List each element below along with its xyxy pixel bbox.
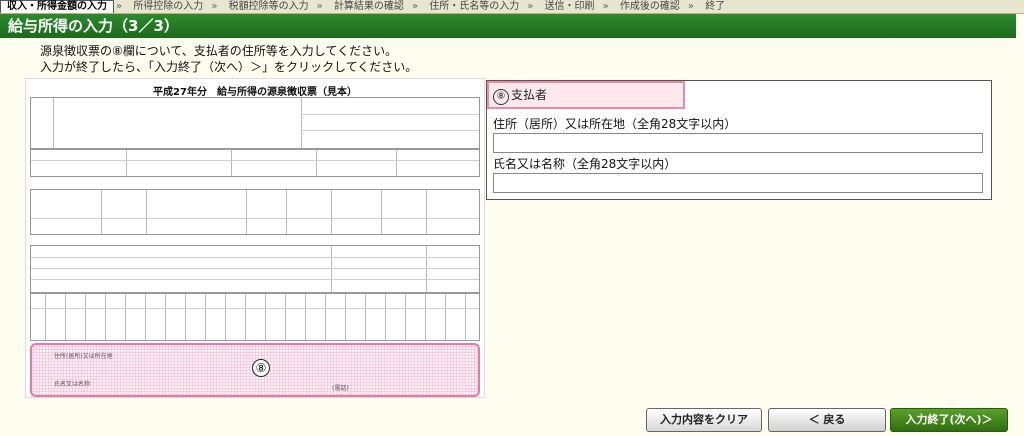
- step-current: 収入・所得金額の入力: [0, 0, 114, 13]
- slip-marker-8: ⑧: [252, 359, 270, 377]
- step-separator: »: [316, 1, 323, 12]
- finish-next-button[interactable]: 入力終了(次へ)＞: [890, 408, 1008, 432]
- step-navigation: 収入・所得金額の入力» 所得控除の入力» 税額控除等の入力» 計算結果の確認» …: [0, 0, 1024, 14]
- step-separator: »: [411, 1, 419, 12]
- slip-deduction-block: [30, 189, 480, 235]
- panel-heading: ⑧ 支払者: [487, 81, 685, 109]
- name-label: 氏名又は名称（全角28文字以内）: [493, 157, 677, 171]
- slip-payer-address-label: 住所(居所)又は所在地: [54, 353, 113, 360]
- name-input[interactable]: [493, 173, 983, 193]
- slip-amount-block: [30, 149, 480, 177]
- instruction-line: 源泉徴収票の⑧欄について、支払者の住所等を入力してください。: [40, 44, 398, 58]
- clear-input-button[interactable]: 入力内容をクリア: [646, 408, 762, 432]
- back-button[interactable]: ＜ 戻る: [768, 408, 886, 432]
- slip-phone-label: (電話): [332, 385, 349, 392]
- slip-payer-area-highlight: 住所(居所)又は所在地 氏名又は名称 (電話) ⑧: [30, 343, 480, 397]
- slip-detail-block: [30, 245, 480, 293]
- step-item: 所得控除の入力: [133, 1, 204, 12]
- step-separator: »: [687, 1, 694, 12]
- step-item: 作成後の確認: [619, 1, 680, 12]
- slip-payer-name-label: 氏名又は名称: [54, 381, 91, 388]
- address-label: 住所（居所）又は所在地（全角28文字以内）: [493, 117, 737, 131]
- step-separator: »: [211, 1, 218, 12]
- step-separator: »: [116, 1, 123, 12]
- marker-8-badge: ⑧: [493, 89, 509, 105]
- instructions: 源泉徴収票の⑧欄について、支払者の住所等を入力してください。 入力が終了したら、…: [40, 43, 417, 75]
- slip-title: 平成27年分 給与所得の源泉徴収票（見本）: [153, 87, 357, 98]
- page-title: 給与所得の入力（3／3）: [0, 14, 1016, 38]
- step-item: 税額控除等の入力: [228, 1, 309, 12]
- payer-input-panel: ⑧ 支払者 住所（居所）又は所在地（全角28文字以内） 氏名又は名称（全角28文字…: [486, 80, 992, 200]
- step-separator: »: [527, 1, 534, 12]
- withholding-slip-image: 平成27年分 給与所得の源泉徴収票（見本） 住所(居所)又は所在地 氏名又は名称…: [25, 78, 485, 398]
- slip-attribute-block: [30, 293, 480, 341]
- slip-recipient-block: [30, 97, 480, 149]
- address-input[interactable]: [493, 133, 983, 153]
- instruction-line: 入力が終了したら、「入力終了（次へ）＞」をクリックしてください。: [40, 60, 418, 74]
- step-item: 住所・氏名等の入力: [429, 1, 520, 12]
- panel-heading-label: 支払者: [511, 88, 548, 102]
- step-item: 終了: [705, 1, 726, 12]
- step-item: 計算結果の確認: [333, 1, 404, 12]
- step-separator: »: [602, 1, 609, 12]
- step-item: 送信・印刷: [544, 1, 595, 12]
